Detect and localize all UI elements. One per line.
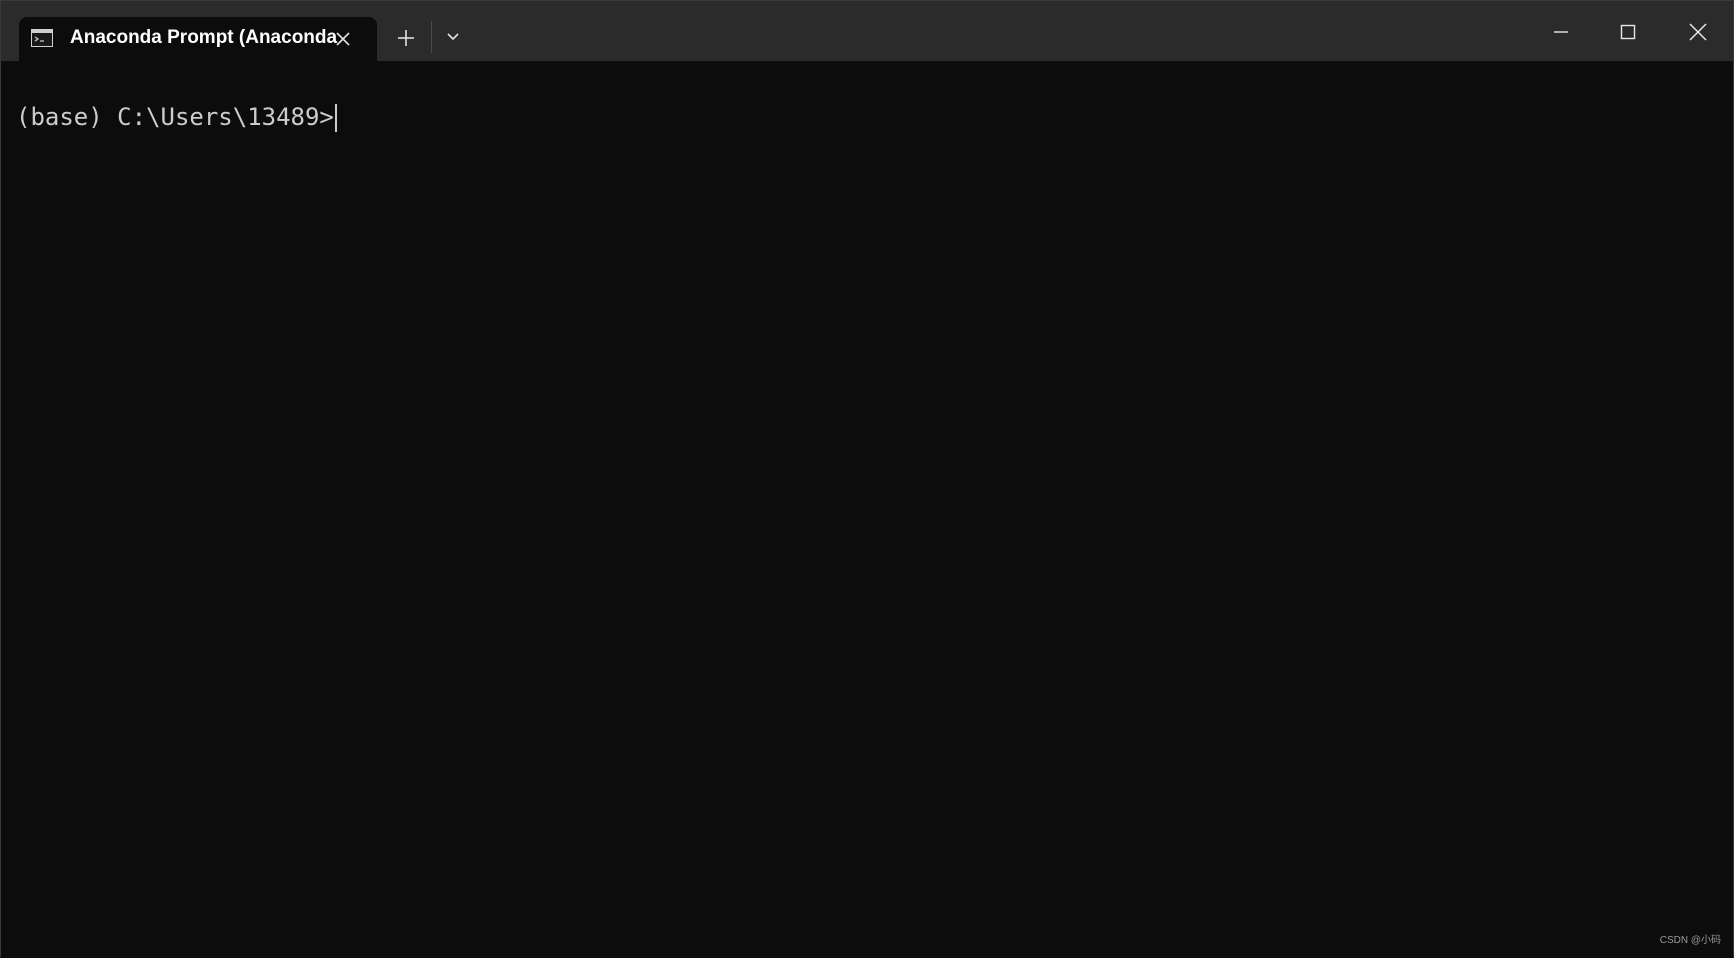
title-bar[interactable]: Anaconda Prompt (Anaconda (1, 1, 1733, 61)
tab-close-icon[interactable] (333, 29, 353, 49)
terminal-window: Anaconda Prompt (Anaconda (base) C:\User… (0, 0, 1734, 958)
command-prompt-line[interactable]: (base) C:\Users\13489> (16, 101, 337, 133)
chevron-down-icon[interactable] (443, 29, 463, 45)
plus-icon[interactable] (393, 25, 419, 51)
tab-divider (431, 21, 432, 53)
close-icon[interactable] (1685, 19, 1711, 45)
terminal-icon (31, 29, 53, 47)
text-cursor (334, 104, 337, 132)
tab-title: Anaconda Prompt (Anaconda (70, 27, 338, 48)
maximize-icon[interactable] (1615, 19, 1641, 45)
terminal-area[interactable]: (base) C:\Users\13489> (1, 61, 1733, 958)
watermark: CSDN @小码 (1659, 935, 1721, 946)
prompt-text: (base) C:\Users\13489> (16, 103, 334, 131)
tab-anaconda-prompt[interactable]: Anaconda Prompt (Anaconda (19, 17, 377, 61)
minimize-icon[interactable] (1548, 19, 1574, 45)
